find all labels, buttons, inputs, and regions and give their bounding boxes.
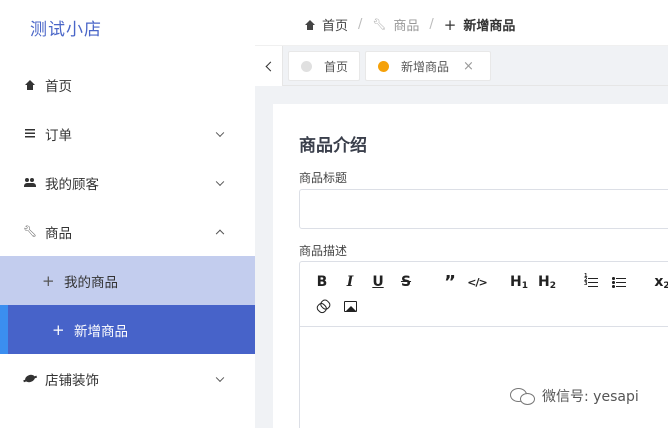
plus-icon: + (443, 15, 457, 34)
planet-icon (24, 373, 36, 385)
breadcrumb: 首页 / 🔧︎ 商品 / + 新增商品 (305, 15, 515, 34)
breadcrumb-separator: / (358, 17, 363, 32)
tab-add-product[interactable]: 新增商品 × (365, 51, 491, 81)
top-bar: 首页 / 🔧︎ 商品 / + 新增商品 (255, 0, 668, 46)
people-icon (24, 177, 36, 189)
sidebar-item-store-decor[interactable]: 店铺装饰 (0, 354, 255, 403)
ordered-list-icon (584, 274, 598, 288)
sidebar-item-label: 店铺装饰 (45, 372, 99, 389)
plus-icon: + (42, 271, 55, 290)
italic-button[interactable]: I (340, 272, 360, 292)
store-logo[interactable]: 测试小店 (30, 15, 102, 40)
wechat-icon (510, 386, 536, 406)
sidebar: 测试小店 首页 订单 我的顾客 🔧︎ 商品 + 我的商品 + 新增商品 店铺装饰 (0, 0, 255, 428)
collapse-sidebar-button[interactable] (255, 46, 283, 86)
breadcrumb-current: + 新增商品 (443, 15, 516, 35)
chevron-down-icon (215, 373, 225, 382)
breadcrumb-label: 商品 (393, 19, 420, 34)
sidebar-item-label: 首页 (45, 78, 72, 95)
app-root: 测试小店 首页 订单 我的顾客 🔧︎ 商品 + 我的商品 + 新增商品 店铺装饰… (0, 0, 668, 428)
wrench-icon: 🔧︎ (372, 18, 387, 31)
description-field-label: 商品描述 (299, 244, 348, 258)
chevron-up-icon (215, 229, 225, 238)
main-content: 商品介绍 商品标题 商品描述 B I U S ” </> H1 H2 x2 (255, 86, 668, 428)
sidebar-item-label: 我的商品 (64, 274, 118, 291)
link-button[interactable] (312, 296, 332, 316)
chevron-down-icon (215, 177, 225, 186)
bullet-list-button[interactable] (609, 272, 629, 292)
bullet-list-icon (612, 276, 626, 288)
breadcrumb-separator: / (429, 17, 434, 32)
breadcrumb-home[interactable]: 首页 (305, 15, 348, 34)
wrench-icon: 🔧︎ (23, 225, 37, 238)
strikethrough-button[interactable]: S (396, 272, 416, 292)
tab-status-dot (378, 60, 389, 72)
sidebar-item-label: 订单 (45, 127, 72, 144)
sidebar-menu: 首页 订单 我的顾客 🔧︎ 商品 + 我的商品 + 新增商品 店铺装饰 (0, 60, 255, 403)
list-icon (24, 128, 36, 140)
bold-button[interactable]: B (312, 272, 332, 292)
tab-label: 首页 (324, 59, 349, 74)
editor-body[interactable] (300, 327, 668, 428)
image-button[interactable] (340, 296, 360, 316)
underline-button[interactable]: U (368, 272, 388, 292)
heading1-button[interactable]: H1 (509, 272, 529, 292)
sidebar-subitem-my-products[interactable]: + 我的商品 (0, 256, 255, 305)
sidebar-item-products[interactable]: 🔧︎ 商品 (0, 207, 255, 256)
code-block-button[interactable]: </> (467, 272, 487, 292)
active-indicator (0, 305, 8, 354)
sidebar-item-label: 商品 (45, 225, 72, 242)
tab-label: 新增商品 (401, 59, 450, 74)
subscript-button[interactable]: x2 (652, 272, 668, 292)
sidebar-item-home[interactable]: 首页 (0, 60, 255, 109)
title-field-label: 商品标题 (299, 171, 348, 185)
breadcrumb-products[interactable]: 🔧︎ 商品 (372, 15, 419, 34)
home-icon (305, 19, 315, 30)
chevron-left-icon (265, 61, 276, 71)
sidebar-item-customers[interactable]: 我的顾客 (0, 158, 255, 207)
sidebar-subitem-add-product[interactable]: + 新增商品 (0, 305, 255, 354)
editor-toolbar: B I U S ” </> H1 H2 x2 (300, 262, 668, 327)
link-icon (315, 299, 330, 314)
tabs-bar: 首页 新增商品 × (255, 46, 668, 86)
product-title-input[interactable] (299, 189, 668, 229)
watermark-text: 微信号: yesapi (542, 389, 639, 405)
breadcrumb-label: 新增商品 (463, 19, 516, 34)
chevron-down-icon (215, 128, 225, 137)
sidebar-item-orders[interactable]: 订单 (0, 109, 255, 158)
plus-icon: + (52, 320, 65, 339)
wechat-watermark: 微信号: yesapi (510, 386, 639, 406)
tab-status-dot (301, 60, 312, 72)
tab-home[interactable]: 首页 (288, 51, 360, 81)
sidebar-item-label: 我的顾客 (45, 176, 99, 193)
heading2-button[interactable]: H2 (537, 272, 557, 292)
section-title: 商品介绍 (299, 136, 367, 156)
blockquote-button[interactable]: ” (440, 272, 460, 293)
breadcrumb-label: 首页 (322, 19, 349, 34)
home-icon (24, 79, 36, 91)
product-form-card: 商品介绍 商品标题 商品描述 B I U S ” </> H1 H2 x2 (273, 104, 668, 428)
ordered-list-button[interactable] (581, 272, 601, 292)
image-icon (343, 300, 357, 312)
close-icon[interactable]: × (463, 59, 474, 74)
sidebar-item-label: 新增商品 (74, 323, 128, 340)
